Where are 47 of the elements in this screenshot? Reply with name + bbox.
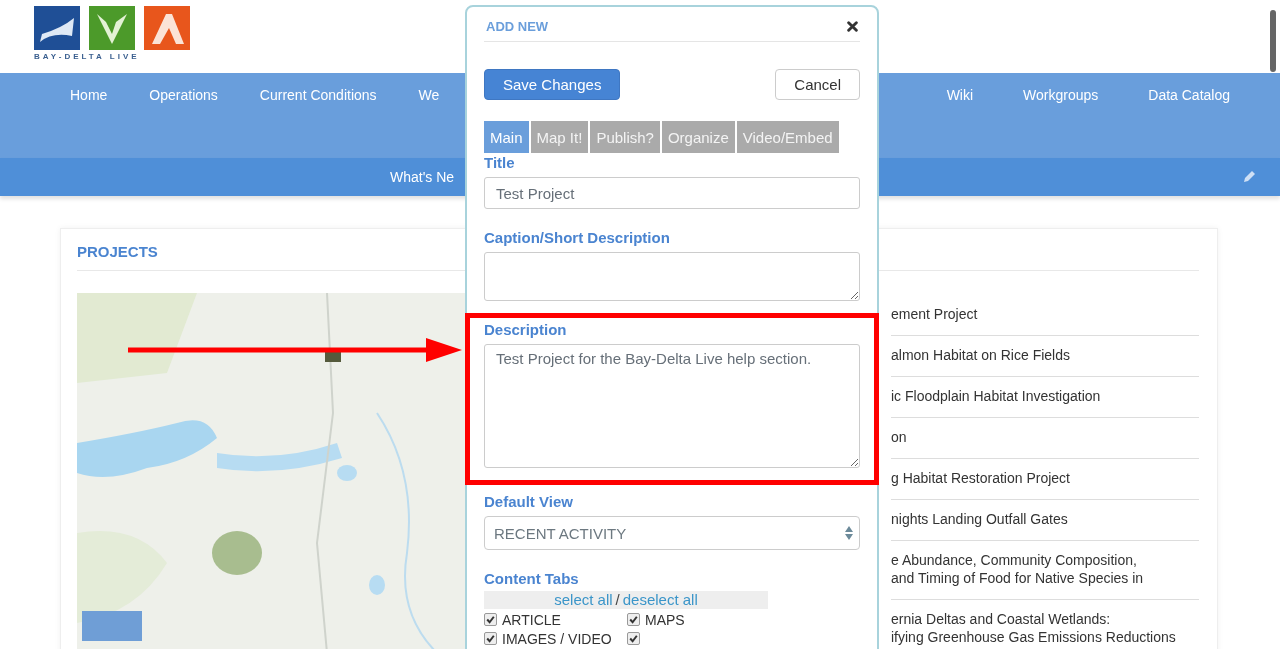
tab[interactable]: Video/Embed <box>736 121 839 153</box>
title-field[interactable]: Test Project <box>484 177 860 209</box>
project-link[interactable]: e Abundance, Community Composition, and Timing of Food for Native Species in <box>891 551 1199 587</box>
caption-field[interactable] <box>484 252 860 301</box>
checkbox-label: ARTICLE <box>502 611 561 628</box>
project-link[interactable]: on <box>891 428 1199 446</box>
tab[interactable]: Main <box>484 121 529 153</box>
field-label: Title <box>484 154 516 171</box>
tab[interactable]: Organize <box>661 121 735 153</box>
project-link[interactable]: ernia Deltas and Coastal Wetlands: ifying Greenhouse Gas Emissions Reductions <box>891 610 1199 646</box>
checkbox-label: IMAGES / VIDEO <box>502 630 612 647</box>
description-field[interactable]: Test Project for the Bay-Delta Live help section. <box>484 344 860 468</box>
field-label: Content Tabs <box>484 570 580 587</box>
deselect-all-link[interactable]: deselect all <box>622 591 698 609</box>
nav-link[interactable]: Wiki <box>946 87 974 105</box>
default-view-select[interactable]: RECENT ACTIVITY <box>484 516 860 550</box>
project-link[interactable]: nights Landing Outfall Gates <box>891 510 1199 528</box>
checkbox-label: MAPS <box>645 611 685 628</box>
checkbox[interactable] <box>627 613 640 626</box>
dialog-button[interactable]: Cancel <box>775 69 860 100</box>
field-label: Default View <box>484 493 574 510</box>
checkbox[interactable] <box>484 613 497 626</box>
close-icon[interactable] <box>847 20 858 32</box>
nav-link[interactable]: What's Ne <box>390 169 455 185</box>
nav-link[interactable]: Home <box>70 87 108 105</box>
nav-link[interactable]: Workgroups <box>1023 87 1099 105</box>
separator: / <box>615 591 620 609</box>
nav-link[interactable]: We <box>418 87 440 105</box>
dialog-title: ADD NEW <box>486 18 549 34</box>
project-link[interactable]: g Habitat Restoration Project <box>891 469 1199 487</box>
scrollbar[interactable] <box>1270 10 1276 72</box>
checkbox[interactable] <box>627 632 640 645</box>
project-link[interactable]: ement Project <box>891 305 1199 323</box>
nav-link[interactable]: Operations <box>149 87 218 105</box>
tab[interactable]: Map It! <box>530 121 589 153</box>
tab[interactable]: Publish? <box>590 121 660 153</box>
dialog-button[interactable]: Save Changes <box>484 69 621 100</box>
checkbox[interactable] <box>484 632 497 645</box>
logo-text: BAY-DELTA LIVE <box>34 52 141 61</box>
project-link[interactable]: ic Floodplain Habitat Investigation <box>891 387 1199 405</box>
field-label: Description <box>484 321 568 338</box>
updown-icon <box>845 525 853 541</box>
logo-icon <box>32 6 192 52</box>
nav-link[interactable]: Data Catalog <box>1148 87 1230 105</box>
nav-link[interactable]: Current Conditions <box>259 87 377 105</box>
project-link[interactable]: almon Habitat on Rice Fields <box>891 346 1199 364</box>
select-all-link[interactable]: select all <box>554 591 613 609</box>
